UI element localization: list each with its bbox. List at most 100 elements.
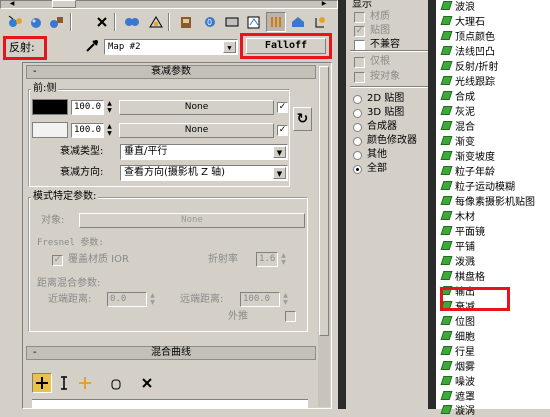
falloff-type-label: 衰减类型: [60,146,104,157]
root-only-checkbox[interactable] [354,57,365,68]
chevron-down-icon[interactable]: ▼ [273,167,286,179]
put-to-library-icon[interactable] [176,12,196,32]
extrapolate-checkbox[interactable] [285,311,296,322]
go-to-parent-icon[interactable] [266,12,286,32]
delete-point-icon[interactable] [138,374,156,392]
scale-point-icon[interactable] [56,374,72,392]
front-map-button[interactable]: None [119,100,274,115]
map-type-icon [440,331,453,340]
side-amount-field[interactable]: 100.0 [71,123,104,138]
make-unique-icon[interactable] [146,12,166,32]
far-distance-field[interactable]: 100.0 [240,292,280,307]
list-item[interactable]: 粒子运动模糊 [440,178,515,193]
svg-text:0: 0 [207,18,212,27]
near-distance-field[interactable]: 0.0 [107,292,147,307]
list-item[interactable]: 法线凹凸 [440,43,495,58]
list-item[interactable]: 混合 [440,118,475,133]
near-distance-spinner[interactable]: ▲ ▼ [148,292,157,307]
list-item[interactable]: 位图 [440,313,475,328]
side-amount-spinner[interactable]: ▲ ▼ [105,123,114,138]
move-point-icon[interactable] [32,373,52,393]
list-item[interactable]: 平面镜 [440,223,485,238]
assign-material-icon[interactable] [46,12,66,32]
pick-map-eyedropper-icon[interactable] [84,38,102,54]
radio-2d-maps-label: 2D 贴图 [367,93,405,104]
scroll-left-arrow-icon[interactable]: ◀ [8,0,16,7]
list-item[interactable]: 光线跟踪 [440,73,495,88]
list-item[interactable]: 遮罩 [440,388,475,403]
ior-field[interactable]: 1.6 [256,252,278,267]
list-item[interactable]: 木材 [440,208,475,223]
reset-map-icon[interactable] [92,12,112,32]
side-color-swatch[interactable] [32,122,68,138]
list-item[interactable]: 棋盘格 [440,268,485,283]
map-name-dropdown[interactable]: Map #2 ▼ [104,39,238,55]
list-item[interactable]: 输出 [440,283,475,298]
map-type-icon [440,151,453,160]
pan-hand-icon[interactable] [108,374,124,392]
by-object-checkbox[interactable] [354,72,365,83]
map-type-list[interactable]: 波浪 大理石 顶点颜色 法线凹凸 反射/折射 光线跟踪 合成 灰泥 混合 渐变 … [436,0,550,417]
front-amount-field[interactable]: 100.0 [71,100,104,115]
radio-compositors[interactable] [353,123,362,132]
list-item[interactable]: 泼溅 [440,253,475,268]
scroll-right-arrow-icon[interactable]: ▶ [320,0,328,7]
list-item[interactable]: 漩涡 [440,402,475,417]
front-amount-spinner[interactable]: ▲ ▼ [105,100,114,115]
map-type-button[interactable]: Falloff [246,38,326,54]
rollout-scroll-thumb[interactable] [319,66,329,336]
list-item[interactable]: 灰泥 [440,103,475,118]
top-scroll-strip[interactable] [0,0,338,9]
list-item[interactable]: 细胞 [440,328,475,343]
side-map-checkbox[interactable]: ✓ [277,125,288,136]
mix-curve-rollout-header[interactable]: - 混合曲线 [26,346,316,360]
far-distance-spinner[interactable]: ▲ ▼ [281,292,290,307]
chevron-down-icon[interactable]: ▼ [223,41,236,53]
map-checkbox[interactable]: ✓ [354,26,365,37]
list-item[interactable]: 反射/折射 [440,58,498,73]
list-item[interactable]: 烟雾 [440,358,475,373]
list-item[interactable]: 粒子年龄 [440,163,495,178]
insert-corner-point-icon[interactable] [76,374,94,392]
ior-spinner[interactable]: ▲ ▼ [279,252,288,267]
mix-curve-graph[interactable] [32,399,308,409]
show-map-icon[interactable] [222,12,242,32]
override-ior-checkbox[interactable]: ✓ [52,255,63,266]
swap-colors-icon[interactable]: ↻ [293,107,312,131]
make-copy-icon[interactable] [122,12,142,32]
list-item-falloff[interactable]: 衰减 [440,298,475,313]
go-forward-sibling-icon[interactable] [288,12,308,32]
side-map-button[interactable]: None [119,123,274,138]
radio-2d-maps[interactable] [353,95,362,104]
falloff-type-dropdown[interactable]: 垂直/平行 ▼ [120,144,288,160]
object-pick-button[interactable]: None [79,213,305,228]
put-to-scene-icon[interactable] [26,12,46,32]
list-item[interactable]: 合成 [440,88,475,103]
radio-all[interactable] [353,165,362,174]
radio-3d-maps[interactable] [353,109,362,118]
falloff-rollout-header[interactable]: - 衰减参数 [26,65,316,79]
extrapolate-label: 外推 [228,311,248,322]
list-item[interactable]: 大理石 [440,13,485,28]
front-color-swatch[interactable] [32,99,68,115]
list-item[interactable]: 平铺 [440,238,475,253]
front-map-checkbox[interactable]: ✓ [277,102,288,113]
get-material-icon[interactable] [6,12,26,32]
list-item[interactable]: 波浪 [440,0,475,13]
list-item[interactable]: 每像素摄影机贴图 [440,193,535,208]
pick-from-object-icon[interactable] [310,12,330,32]
list-item[interactable]: 行星 [440,343,475,358]
chevron-down-icon[interactable]: ▼ [273,146,286,158]
scroll-thumb[interactable] [52,0,76,8]
list-item[interactable]: 噪波 [440,373,475,388]
material-id-icon[interactable]: 0 [200,12,220,32]
falloff-direction-dropdown[interactable]: 查看方向(摄影机 Z 轴) ▼ [120,165,288,181]
show-end-result-icon[interactable] [244,12,264,32]
list-item[interactable]: 渐变坡度 [440,148,495,163]
list-item[interactable]: 顶点颜色 [440,28,495,43]
radio-color-mods[interactable] [353,137,362,146]
list-item[interactable]: 渐变 [440,133,475,148]
falloff-direction-value: 查看方向(摄影机 Z 轴) [124,167,226,178]
material-checkbox[interactable] [354,12,365,23]
radio-other[interactable] [353,151,362,160]
